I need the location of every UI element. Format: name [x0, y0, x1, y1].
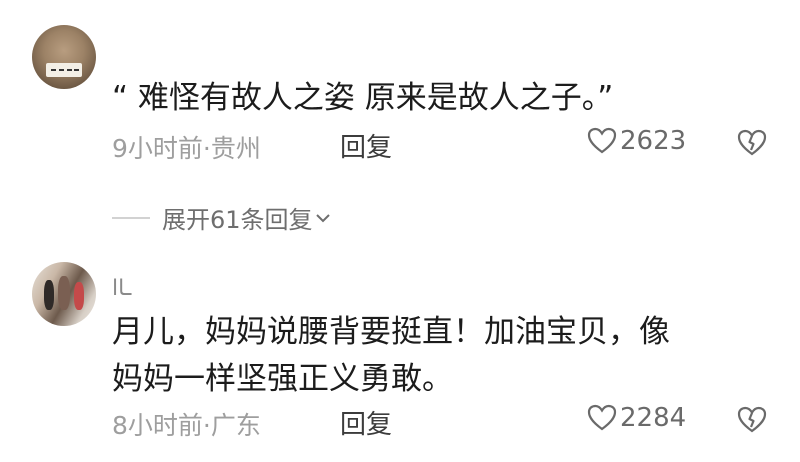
- avatar[interactable]: [32, 262, 96, 326]
- comment-text: “ 难怪有故人之姿 原来是故人之子。”: [112, 80, 614, 116]
- dislike-button[interactable]: [737, 406, 767, 438]
- heart-outline-icon: [587, 127, 617, 154]
- chevron-down-icon: [315, 213, 330, 222]
- nickname[interactable]: ـاا: [112, 276, 131, 301]
- broken-heart-icon: [737, 129, 767, 156]
- avatar-figure: [74, 282, 84, 310]
- like-count: 2284: [620, 403, 687, 433]
- heart-outline-icon: [587, 404, 617, 431]
- like-count: 2623: [620, 126, 687, 156]
- expand-replies-label: 展开61条回复: [162, 206, 313, 234]
- comment-text-line-2: 妈妈一样坚强正义勇敢。: [112, 361, 453, 397]
- like-button[interactable]: 2623: [587, 126, 686, 156]
- comment-time-location: 9小时前·贵州: [112, 134, 261, 163]
- expand-replies-button[interactable]: 展开61条回复: [112, 200, 331, 235]
- reply-button[interactable]: 回复: [340, 404, 392, 441]
- reply-button[interactable]: 回复: [340, 127, 392, 164]
- dislike-button[interactable]: [737, 129, 767, 161]
- divider-line: [112, 216, 150, 219]
- avatar-sign: [46, 63, 82, 77]
- comment-time-location: 8小时前·广东: [112, 411, 261, 440]
- broken-heart-icon: [737, 406, 767, 433]
- avatar-figure: [44, 280, 54, 310]
- avatar[interactable]: [32, 25, 96, 89]
- comment-text-line-1: 月儿，妈妈说腰背要挺直！加油宝贝，像: [112, 314, 670, 350]
- avatar-figure: [58, 276, 70, 310]
- like-button[interactable]: 2284: [587, 403, 686, 433]
